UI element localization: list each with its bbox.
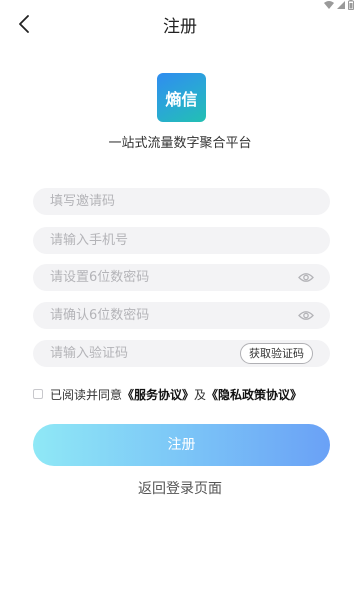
verify-code-field-wrapper: 获取验证码 [33,340,330,367]
agreement-prefix: 已阅读并同意 [50,387,123,402]
page-title: 注册 [163,17,197,37]
slogan: 一站式流量数字聚合平台 [108,136,252,151]
agreement-joiner: 及 [194,387,207,402]
phone-input[interactable] [33,227,330,254]
invite-code-input[interactable] [33,188,330,215]
back-to-login-link[interactable]: 返回登录页面 [0,478,360,498]
agreement-checkbox[interactable] [33,389,43,399]
privacy-policy-link[interactable]: 《隐私政策协议》 [206,386,302,403]
agreement-row: 已阅读并同意 《服务协议》 及 《隐私政策协议》 [33,386,302,402]
app-logo: 熵信 [157,73,206,122]
eye-icon[interactable] [298,309,314,322]
password-confirm-input[interactable] [33,302,330,329]
nav-bar: 注册 [0,8,360,40]
logo-text: 熵信 [165,89,198,109]
password-confirm-field-wrapper [33,302,330,329]
get-code-button[interactable]: 获取验证码 [240,343,313,364]
password-field-wrapper [33,264,330,291]
service-agreement-link[interactable]: 《服务协议》 [122,386,194,403]
eye-icon[interactable] [298,271,314,284]
password-input[interactable] [33,264,330,291]
invite-code-field-wrapper [33,188,330,215]
register-button[interactable]: 注册 [33,424,330,466]
phone-field-wrapper [33,227,330,254]
